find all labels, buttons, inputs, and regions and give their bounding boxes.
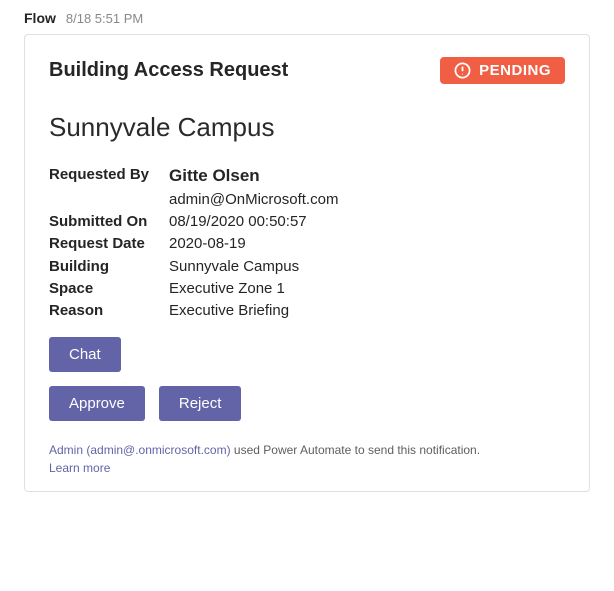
label-requested-by: Requested By (49, 165, 169, 185)
details-section: Requested By Gitte Olsen admin@OnMicroso… (49, 165, 565, 321)
label-request-date: Request Date (49, 234, 169, 254)
value-building: Sunnyvale Campus (169, 257, 565, 277)
value-space: Executive Zone 1 (169, 279, 565, 299)
value-submitted-on: 08/19/2020 00:50:57 (169, 212, 565, 232)
reject-button[interactable]: Reject (159, 386, 242, 421)
value-reason: Executive Briefing (169, 301, 565, 321)
requester-name: Gitte Olsen (169, 165, 565, 188)
learn-more-link[interactable]: Learn more (49, 461, 110, 475)
adaptive-card: Building Access Request PENDING Sunnyval… (24, 34, 590, 492)
label-reason: Reason (49, 301, 169, 321)
label-building: Building (49, 257, 169, 277)
message-timestamp: 8/18 5:51 PM (66, 11, 143, 26)
chat-button[interactable]: Chat (49, 337, 121, 372)
admin-link[interactable]: Admin (admin@.onmicrosoft.com) (49, 443, 231, 457)
status-badge: PENDING (440, 57, 565, 84)
footer-sent-text: used Power Automate to send this notific… (231, 443, 480, 457)
card-footer: Admin (admin@.onmicrosoft.com) used Powe… (49, 441, 565, 477)
requester-email: admin@OnMicrosoft.com (169, 190, 565, 210)
card-title: Building Access Request (49, 59, 288, 82)
alert-icon (454, 62, 471, 79)
label-space: Space (49, 279, 169, 299)
message-header: Flow 8/18 5:51 PM (0, 10, 614, 34)
location-title: Sunnyvale Campus (49, 112, 565, 143)
sender-name: Flow (24, 10, 56, 26)
status-text: PENDING (479, 62, 551, 79)
label-submitted-on: Submitted On (49, 212, 169, 232)
value-request-date: 2020-08-19 (169, 234, 565, 254)
approve-button[interactable]: Approve (49, 386, 145, 421)
card-header: Building Access Request PENDING (49, 57, 565, 84)
